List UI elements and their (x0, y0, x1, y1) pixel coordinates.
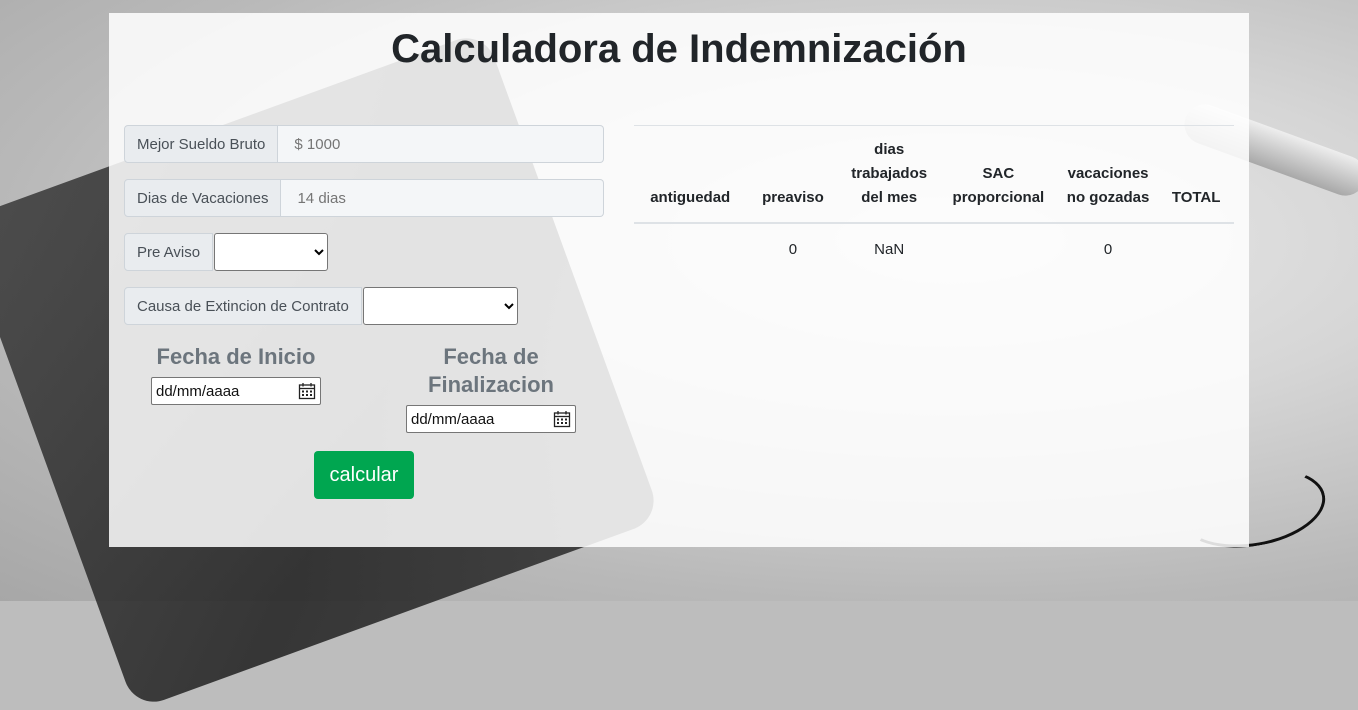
results-table: antiguedad preaviso dias trabajados del … (634, 125, 1234, 276)
calendar-icon[interactable] (298, 382, 316, 400)
vacaciones-label: Dias de Vacaciones (124, 179, 282, 217)
header-preaviso: preaviso (746, 125, 840, 224)
sueldo-input[interactable] (278, 125, 604, 163)
causa-select[interactable] (362, 287, 518, 325)
sueldo-label: Mejor Sueldo Bruto (124, 125, 279, 163)
cell-sac-proporcional (939, 223, 1058, 276)
calcular-button[interactable]: calcular (314, 451, 414, 499)
fecha-fin-label: Fecha de Finalizacion (428, 344, 554, 397)
cell-dias-trabajados: NaN (874, 241, 905, 258)
vacaciones-input[interactable] (281, 179, 604, 217)
cell-preaviso: 0 (788, 241, 798, 258)
calculator-card: Calculadora de Indemnización Mejor Sueld… (109, 13, 1249, 547)
fecha-inicio-block: Fecha de Inicio dd/mm/aaaa (151, 343, 321, 405)
fecha-fin-block: Fecha de Finalizacion dd/mm/aaaa (406, 343, 576, 433)
fecha-inicio-input[interactable]: dd/mm/aaaa (151, 377, 321, 405)
calendar-icon[interactable] (553, 410, 571, 428)
cell-vacaciones-no-gozadas: 0 (1103, 241, 1113, 258)
cell-antiguedad (634, 223, 746, 276)
preaviso-label: Pre Aviso (124, 233, 214, 271)
header-vacaciones-no-gozadas: vacaciones no gozadas (1057, 125, 1159, 224)
vacaciones-input-group: Dias de Vacaciones (124, 179, 604, 217)
page-title: Calculadora de Indemnización (391, 27, 967, 71)
header-sac-proporcional: SAC proporcional (938, 125, 1058, 224)
fecha-fin-input[interactable]: dd/mm/aaaa (406, 405, 576, 433)
preaviso-select[interactable] (214, 233, 329, 271)
table-header-row: antiguedad preaviso dias trabajados del … (634, 125, 1234, 224)
fecha-fin-value: dd/mm/aaaa (411, 410, 495, 428)
preaviso-input-group: Pre Aviso (124, 233, 329, 271)
cell-total (1158, 223, 1234, 276)
header-total: TOTAL (1158, 125, 1234, 224)
header-antiguedad: antiguedad (634, 125, 747, 224)
table-row: 0 NaN 0 (634, 223, 1234, 276)
fecha-inicio-label: Fecha de Inicio (156, 344, 316, 369)
sueldo-input-group: Mejor Sueldo Bruto (124, 125, 604, 163)
causa-label: Causa de Extincion de Contrato (124, 287, 362, 325)
causa-input-group: Causa de Extincion de Contrato (124, 287, 518, 325)
fecha-inicio-value: dd/mm/aaaa (156, 382, 240, 400)
header-dias-trabajados: dias trabajados del mes (839, 125, 939, 224)
